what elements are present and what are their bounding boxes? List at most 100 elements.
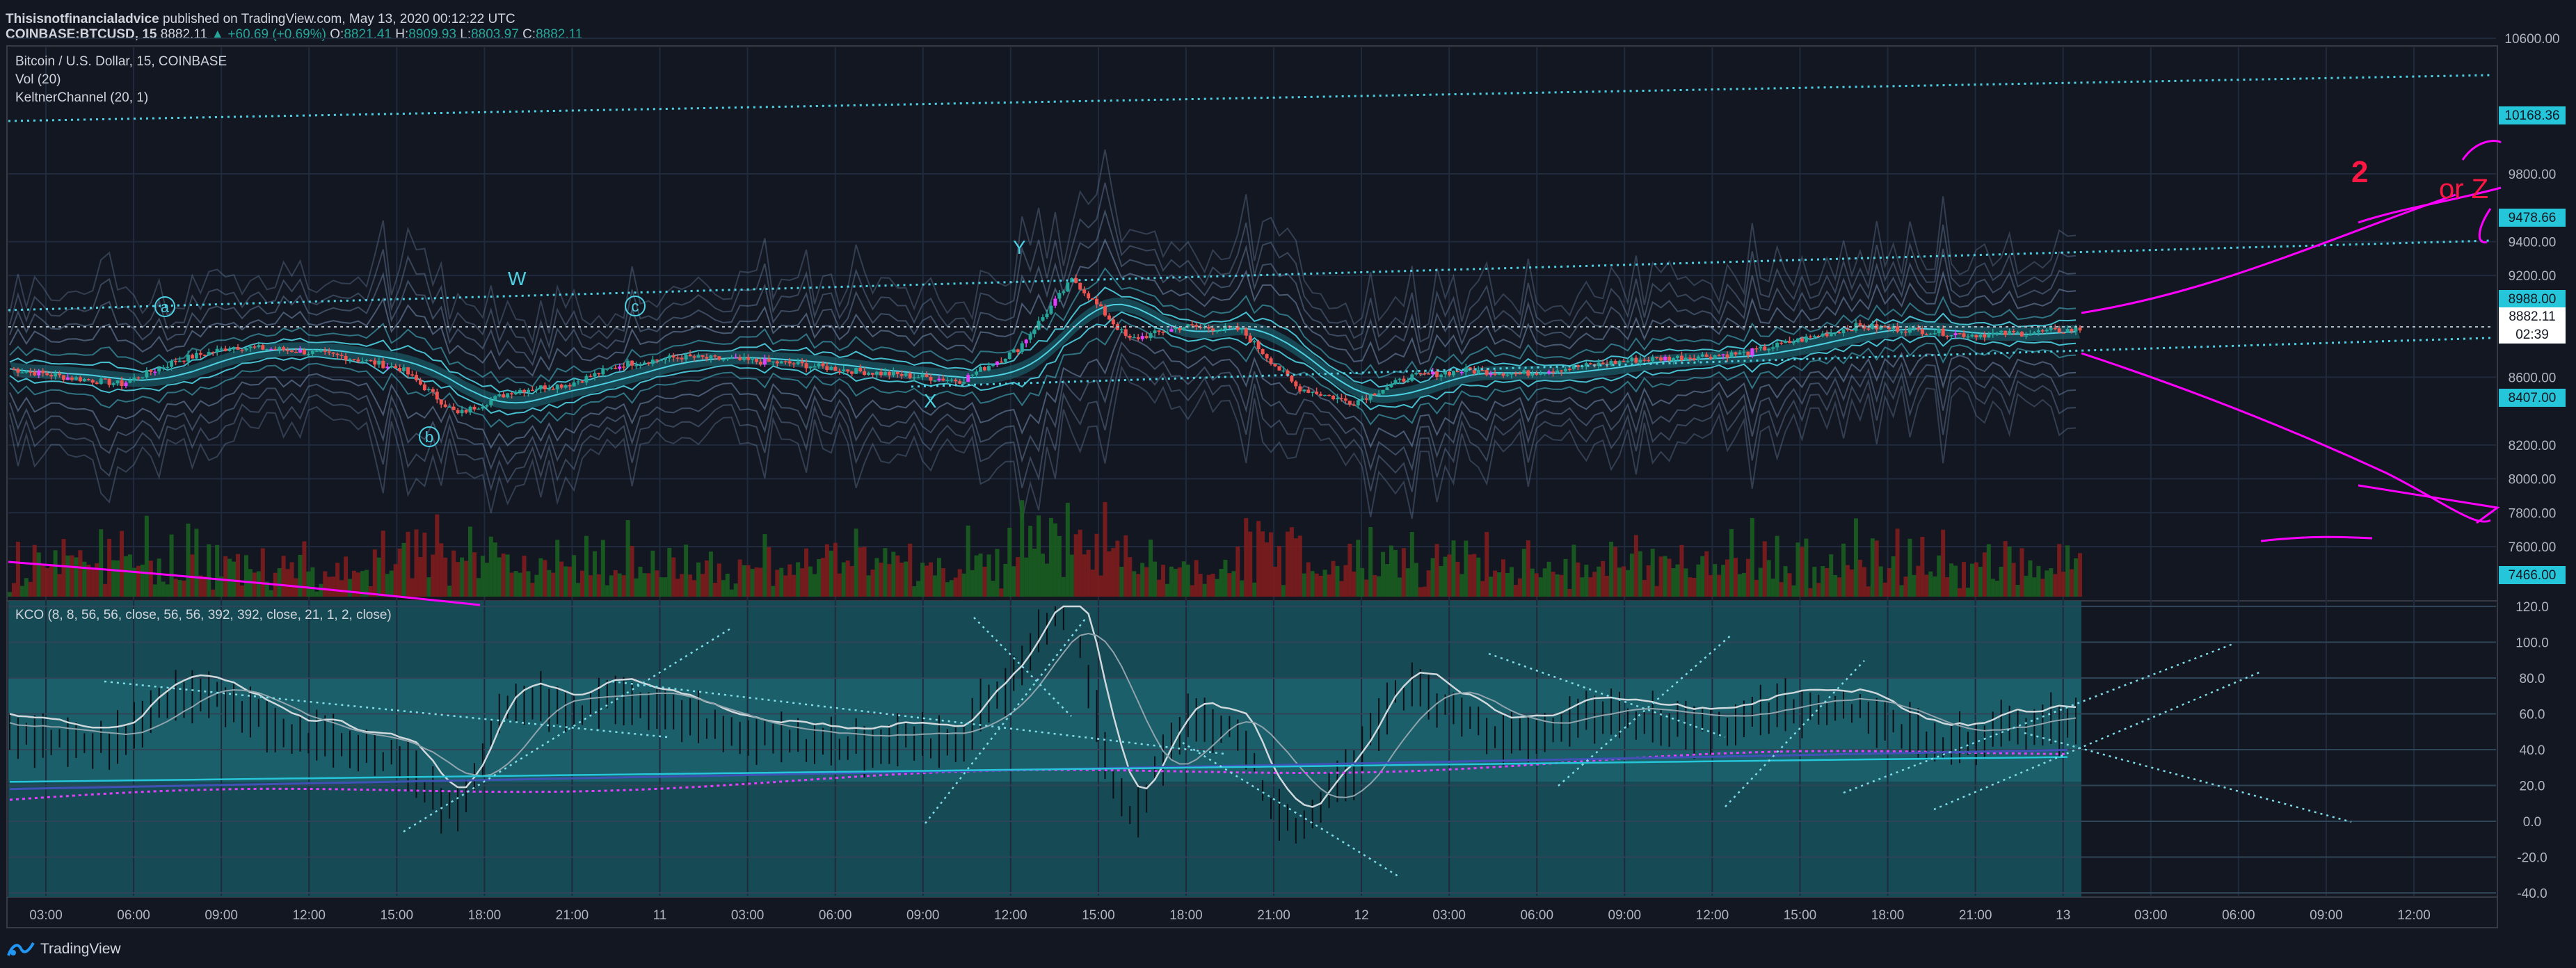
volume-bar [1285, 531, 1290, 597]
volume-bar [1041, 554, 1046, 597]
volume-bar [2065, 545, 2070, 597]
candle [1966, 336, 1970, 338]
volume-bar [207, 544, 211, 597]
projection-stub [2260, 535, 2373, 542]
volume-bar [941, 567, 945, 597]
volume-bar [306, 571, 311, 597]
candle [244, 348, 248, 350]
channel-band [9, 149, 2077, 344]
volume-bar [2032, 577, 2037, 597]
volume-bar [1800, 547, 1805, 597]
candle [800, 362, 804, 364]
volume-bar [899, 563, 904, 597]
volume-bar [750, 569, 755, 597]
volume-bar [1530, 568, 1535, 597]
candle [1414, 373, 1418, 375]
candle [1489, 373, 1493, 376]
legend-volume[interactable]: Vol (20) [15, 72, 61, 88]
volume-bar [684, 544, 689, 597]
candle [1987, 333, 1991, 338]
volume-bar [2011, 563, 2016, 597]
candle [253, 346, 257, 348]
volume-bar [111, 560, 116, 597]
time-tick: 12:00 [292, 908, 326, 923]
candle [912, 377, 916, 379]
volume-bar [717, 563, 721, 597]
candle [435, 392, 439, 400]
candle [2045, 330, 2049, 332]
candle [456, 410, 460, 414]
tradingview-brand[interactable]: TradingView [7, 935, 121, 963]
volume-bar [161, 581, 166, 597]
volume-bar [1542, 568, 1547, 597]
candle [1095, 298, 1099, 305]
legend-series[interactable]: Bitcoin / U.S. Dollar, 15, COINBASE [15, 54, 227, 70]
candle [1958, 333, 1962, 334]
candle [385, 366, 390, 369]
candle [290, 350, 294, 353]
volume-bar [928, 562, 933, 597]
volume-bar [800, 568, 805, 597]
candle [1613, 360, 1617, 364]
tag-7466: 7466.00 [2509, 568, 2557, 583]
candle [1788, 341, 1792, 344]
time-tick: 21:00 [1257, 908, 1290, 923]
volume-bar [86, 564, 91, 597]
volume-bar [215, 544, 220, 597]
time-tick: 06:00 [819, 908, 852, 923]
candle [1174, 328, 1178, 330]
volume-bar [285, 569, 290, 597]
volume-bar [667, 547, 672, 597]
volume-bar [410, 578, 415, 597]
volume-bar [1190, 585, 1194, 597]
volume-bar [152, 584, 157, 597]
candle [530, 389, 534, 392]
time-tick: 21:00 [1959, 908, 1992, 923]
volume-bar [1526, 540, 1530, 597]
volume-bar [1700, 556, 1705, 597]
volume-bar [1916, 565, 1921, 597]
candle [282, 347, 286, 350]
chart-canvas[interactable]: W Y X a b c 2 or Z 10600.00 9800.00 9400.0… [0, 0, 2576, 968]
candle [970, 374, 975, 376]
candle [348, 359, 352, 360]
volume-bar [1335, 565, 1340, 597]
volume-bar [120, 531, 125, 597]
candle [916, 377, 920, 378]
candle [1190, 324, 1194, 325]
kco-tick: 40.0 [2520, 743, 2545, 758]
volume-bar [1223, 559, 1228, 597]
volume-bar [401, 542, 406, 597]
candle [493, 396, 497, 401]
volume-bar [1281, 585, 1286, 597]
candle [1816, 335, 1821, 337]
volume-bar [995, 549, 1000, 597]
candle [1630, 357, 1634, 362]
volume-bar [925, 565, 929, 597]
candle [377, 360, 381, 365]
legend-kco[interactable]: KCO (8, 8, 56, 56, close, 56, 56, 392, 3… [15, 608, 392, 623]
legend-keltner[interactable]: KeltnerChannel (20, 1) [15, 90, 148, 106]
tag-countdown: 02:39 [2515, 328, 2549, 342]
volume-bar [1717, 574, 1722, 597]
candle [568, 385, 572, 387]
volume-bar [1248, 531, 1253, 597]
candle [170, 361, 174, 367]
volume-bar [1945, 577, 1950, 597]
volume-bar [1140, 563, 1145, 597]
volume-bar [1709, 574, 1713, 597]
volume-bar [277, 568, 282, 597]
volume-bar [543, 560, 547, 597]
volume-bar [1899, 585, 1904, 597]
candle [1298, 386, 1302, 392]
volume-bar [2019, 548, 2024, 597]
candle [2070, 329, 2074, 332]
volume-bar [621, 575, 626, 597]
volume-bar [999, 588, 1004, 597]
volume-bar [870, 570, 875, 597]
candle [1393, 380, 1398, 384]
candle [439, 399, 443, 405]
time-tick: 06:00 [2222, 908, 2255, 923]
volume-bar [600, 540, 605, 597]
candle [107, 378, 111, 385]
